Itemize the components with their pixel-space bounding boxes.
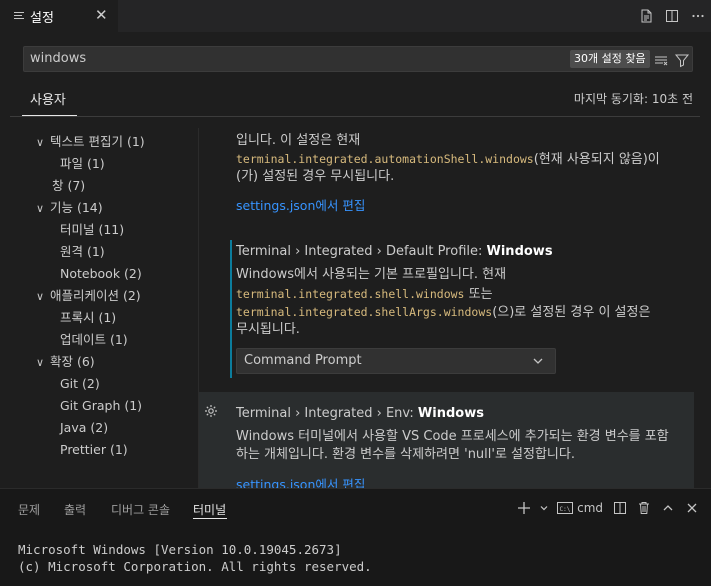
- setting-description: Windows에서 사용되는 기본 프로필입니다. 현재: [236, 267, 507, 282]
- new-terminal-icon[interactable]: [513, 497, 535, 519]
- panel-tab-terminal[interactable]: 터미널: [193, 501, 226, 518]
- chevron-down-icon: ∨: [36, 290, 45, 303]
- settings-list-icon: [14, 11, 24, 21]
- search-query: windows: [30, 51, 87, 66]
- close-icon[interactable]: ✕: [95, 6, 108, 24]
- edit-in-settings-json-link[interactable]: settings.json에서 편집: [236, 474, 365, 488]
- settings-search-input[interactable]: windows 30개 설정 찾음: [23, 46, 693, 72]
- toc-item-extensions[interactable]: ∨ 확장 (6): [36, 351, 95, 373]
- toc-item-git[interactable]: Git (2): [60, 373, 100, 395]
- toc-item-java[interactable]: Java (2): [60, 417, 108, 439]
- edit-in-settings-json-link[interactable]: settings.json에서 편집: [236, 195, 365, 214]
- terminal-selector[interactable]: C:\ cmd: [553, 497, 607, 519]
- setting-description: 무시됩니다.: [236, 322, 300, 337]
- setting-description: terminal.integrated.shellArgs.windows(으)…: [236, 305, 651, 320]
- setting-title-default-profile: Terminal › Integrated › Default Profile:…: [236, 244, 553, 259]
- last-sync-status: 마지막 동기화: 10초 전: [573, 92, 693, 106]
- panel-tab-problems[interactable]: 문제: [18, 501, 40, 518]
- setting-description: terminal.integrated.shell.windows 또는: [236, 287, 493, 302]
- open-settings-json-icon[interactable]: [633, 3, 659, 29]
- setting-title-env: Terminal › Integrated › Env: Windows: [236, 406, 484, 421]
- chevron-down-icon: ∨: [36, 202, 45, 215]
- setting-code-ref: terminal.integrated.shell.windows: [236, 287, 465, 301]
- setting-code-ref: terminal.integrated.shellArgs.windows: [236, 305, 493, 319]
- setting-description: Windows 터미널에서 사용할 VS Code 프로세스에 추가되는 환경 …: [236, 429, 669, 444]
- toc-item-terminal[interactable]: 터미널 (11): [60, 219, 124, 241]
- svg-text:C:\: C:\: [560, 506, 571, 513]
- close-panel-icon[interactable]: [681, 497, 703, 519]
- settings-tab-label: 설정: [30, 10, 54, 26]
- clear-filter-icon[interactable]: [651, 50, 671, 70]
- toc-item-update[interactable]: 업데이트 (1): [60, 329, 128, 351]
- default-profile-select[interactable]: Command Prompt: [236, 348, 556, 374]
- scope-tab-label: 사용자: [30, 93, 66, 108]
- chevron-down-icon: [533, 358, 543, 364]
- editor-tab-bar: 설정 ✕: [0, 0, 711, 32]
- toc-item-git-graph[interactable]: Git Graph (1): [60, 395, 142, 417]
- cmd-terminal-icon: C:\: [557, 502, 574, 514]
- panel-tab-output[interactable]: 출력: [64, 501, 86, 518]
- setting-description: (가) 설정된 경우 무시됩니다.: [236, 169, 395, 184]
- split-terminal-icon[interactable]: [609, 497, 631, 519]
- toc-item-remote[interactable]: 원격 (1): [60, 241, 105, 263]
- scope-tab-user[interactable]: 사용자: [22, 86, 77, 116]
- setting-description: terminal.integrated.automationShell.wind…: [236, 152, 660, 167]
- split-editor-icon[interactable]: [659, 3, 685, 29]
- terminal-output-line: (c) Microsoft Corporation. All rights re…: [18, 559, 372, 574]
- toc-item-text-editor[interactable]: ∨ 텍스트 편집기 (1): [36, 131, 145, 153]
- chevron-down-icon: ∨: [36, 136, 45, 149]
- toc-item-features[interactable]: ∨ 기능 (14): [36, 197, 103, 219]
- default-profile-value: Command Prompt: [244, 353, 362, 368]
- gear-icon[interactable]: [204, 404, 218, 418]
- filter-icon[interactable]: [672, 50, 692, 70]
- settings-list: 입니다. 이 설정은 현재 terminal.integrated.automa…: [199, 128, 711, 488]
- setting-description: 입니다. 이 설정은 현재: [236, 133, 361, 148]
- divider: [10, 116, 700, 117]
- toc-item-notebook[interactable]: Notebook (2): [60, 263, 142, 285]
- setting-description: 하는 개체입니다. 환경 변수를 삭제하려면 'null'로 설정합니다.: [236, 447, 575, 462]
- toc-item-prettier[interactable]: Prettier (1): [60, 439, 128, 461]
- bottom-panel: 문제 출력 디버그 콘솔 터미널 C:\ cmd Microsoft Windo…: [0, 488, 711, 586]
- setting-code-ref: terminal.integrated.automationShell.wind…: [236, 152, 534, 166]
- maximize-panel-icon[interactable]: [657, 497, 679, 519]
- terminal-output-line: Microsoft Windows [Version 10.0.19045.26…: [18, 542, 342, 557]
- terminal-profile-chevron-icon[interactable]: [537, 497, 551, 519]
- toc-item-window[interactable]: 창 (7): [52, 175, 85, 197]
- toc-item-application[interactable]: ∨ 애플리케이션 (2): [36, 285, 141, 307]
- more-actions-icon[interactable]: [685, 3, 711, 29]
- panel-tab-debug-console[interactable]: 디버그 콘솔: [111, 501, 170, 518]
- toc-item-files[interactable]: 파일 (1): [60, 153, 105, 175]
- toc-item-proxy[interactable]: 프록시 (1): [60, 307, 116, 329]
- chevron-down-icon: ∨: [36, 356, 45, 369]
- modified-indicator: [230, 240, 232, 378]
- active-tab-indicator: [193, 518, 227, 519]
- terminal-name: cmd: [577, 501, 603, 515]
- trash-icon[interactable]: [633, 497, 655, 519]
- settings-tab[interactable]: 설정 ✕: [0, 0, 118, 32]
- search-result-count: 30개 설정 찾음: [570, 50, 650, 68]
